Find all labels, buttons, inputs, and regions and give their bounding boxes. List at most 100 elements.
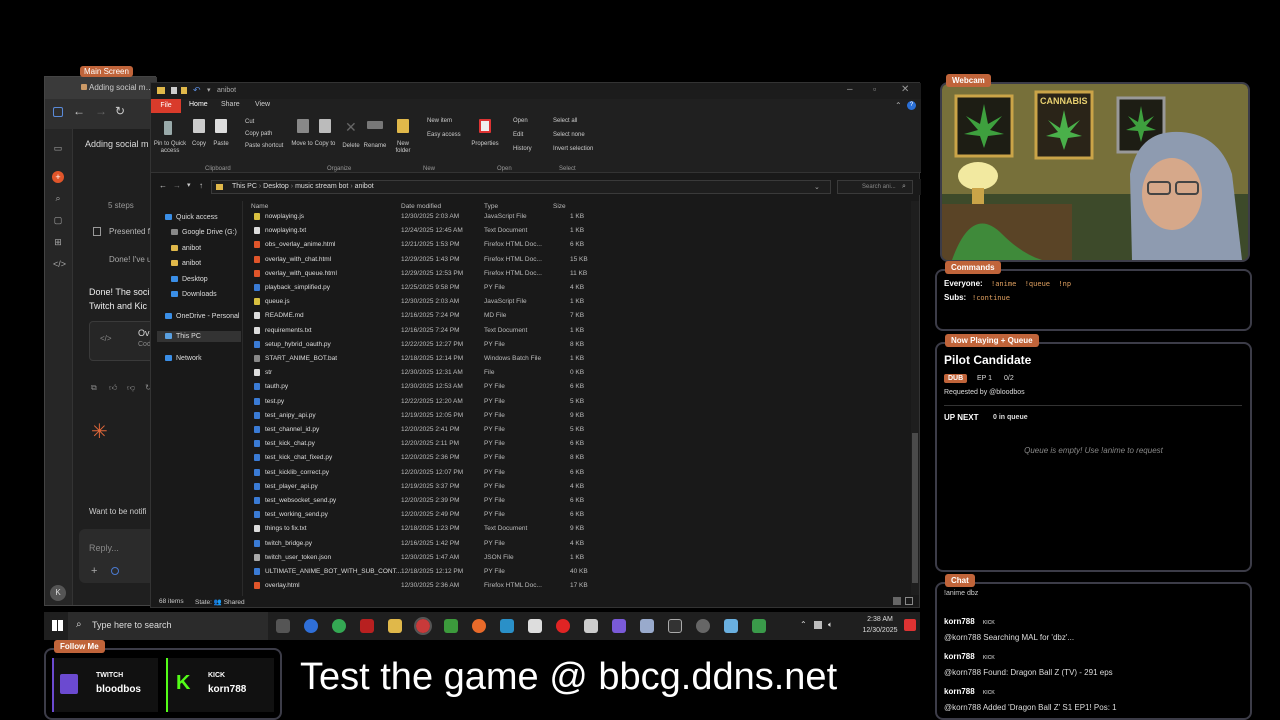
breadcrumb-desktop[interactable]: Desktop: [263, 183, 289, 190]
file-row[interactable]: test_kick_chat_fixed.py 12/20/2025 2:36 P…: [247, 451, 697, 465]
artifact-card[interactable]: </> Ove Cod: [89, 321, 159, 361]
tray-overflow-icon[interactable]: ⌃: [800, 620, 807, 629]
column-name[interactable]: Name: [251, 203, 268, 210]
maximize-button[interactable]: ▫: [873, 84, 876, 94]
breadcrumb-anibot[interactable]: anibot: [355, 183, 374, 190]
file-row[interactable]: test_anipy_api.py 12/19/2025 12:05 PM PY F…: [247, 409, 697, 423]
browser-tab[interactable]: Adding social media links with: [45, 77, 157, 99]
youtube-icon[interactable]: [556, 619, 570, 633]
windows-start-icon[interactable]: [52, 620, 63, 631]
volume-icon[interactable]: 🔈︎: [828, 620, 833, 630]
column-size[interactable]: Size: [553, 203, 566, 210]
add-icon[interactable]: +: [91, 565, 97, 577]
network-icon[interactable]: [814, 621, 822, 629]
column-date-modified[interactable]: Date modified: [401, 203, 441, 210]
nav-this-pc[interactable]: This PC: [157, 331, 241, 342]
paste-button[interactable]: Paste: [211, 141, 231, 148]
breadcrumb-this-pc[interactable]: This PC: [232, 183, 257, 190]
cut-button[interactable]: Cut: [245, 119, 254, 126]
vscode-icon[interactable]: [500, 619, 514, 633]
new-folder-qa-icon[interactable]: [181, 87, 187, 94]
up-icon[interactable]: ↑: [199, 181, 203, 190]
thumbs-down-icon[interactable]: 👎︎: [127, 383, 135, 393]
back-icon[interactable]: ←: [73, 104, 85, 118]
nav-quick-access[interactable]: Quick access: [165, 214, 218, 221]
notepad-icon[interactable]: [528, 619, 542, 633]
large-icons-view-icon[interactable]: [905, 597, 913, 605]
app-icon[interactable]: [444, 619, 458, 633]
file-row[interactable]: nowplaying.js 12/30/2025 2:03 AM JavaScrip…: [247, 210, 697, 224]
file-row[interactable]: overlay.html 12/30/2025 2:36 AM Firefox HT…: [247, 579, 697, 593]
panel-icon[interactable]: ▭: [53, 143, 63, 153]
copy-icon[interactable]: ⧉: [91, 383, 97, 393]
select-all-button[interactable]: Select all: [553, 118, 577, 125]
app-icon[interactable]: [640, 619, 654, 633]
undo-icon[interactable]: ↶: [193, 85, 201, 96]
tab-home[interactable]: Home: [189, 101, 208, 108]
details-view-icon[interactable]: [893, 597, 901, 605]
reload-icon[interactable]: ↻: [115, 104, 125, 118]
rename-button[interactable]: Rename: [361, 143, 389, 150]
pin-button[interactable]: Pin to Quick access: [153, 141, 187, 155]
new-folder-button[interactable]: New folder: [389, 141, 417, 155]
tab-file[interactable]: File: [151, 99, 181, 113]
nav-network[interactable]: Network: [165, 355, 202, 362]
new-chat-icon[interactable]: +: [52, 171, 64, 183]
obs-icon[interactable]: [414, 617, 432, 635]
tools-icon[interactable]: [111, 567, 119, 575]
file-row[interactable]: twitch_user_token.json 12/30/2025 1:47 AM…: [247, 551, 697, 565]
file-row[interactable]: requirements.txt 12/16/2025 7:24 PM Text D…: [247, 324, 697, 338]
search-box[interactable]: Search ani... ⌕: [837, 180, 913, 194]
file-row[interactable]: things to fix.txt 12/18/2025 1:23 PM Text …: [247, 522, 697, 536]
nav-google-drive[interactable]: Google Drive (G:): [171, 229, 237, 236]
delete-button[interactable]: Delete: [339, 143, 363, 150]
reply-input[interactable]: Reply...: [89, 543, 119, 553]
file-row[interactable]: test_channel_id.py 12/20/2025 2:41 PM PY F…: [247, 423, 697, 437]
qa-dropdown-icon[interactable]: ▾: [207, 86, 211, 94]
new-item-button[interactable]: New item: [427, 118, 452, 125]
code-icon[interactable]: </>: [53, 259, 66, 269]
file-row[interactable]: test_kicklib_correct.py 12/20/2025 12:07 …: [247, 466, 697, 480]
back-icon[interactable]: ←: [159, 181, 167, 190]
store-app-icon[interactable]: [360, 619, 374, 633]
nav-onedrive[interactable]: OneDrive - Personal: [165, 313, 239, 320]
nav-anibot-2[interactable]: anibot: [171, 260, 201, 267]
clock-time[interactable]: 2:38 AM: [860, 616, 900, 623]
tab-view[interactable]: View: [255, 101, 270, 108]
file-row[interactable]: playback_simplified.py 12/25/2025 9:58 PM…: [247, 281, 697, 295]
file-row[interactable]: setup_hybrid_oauth.py 12/22/2025 12:27 PM…: [247, 338, 697, 352]
move-to-button[interactable]: Move to: [289, 141, 315, 148]
app-icon[interactable]: [724, 619, 738, 633]
file-explorer-icon[interactable]: [388, 619, 402, 633]
kick-card[interactable]: K KICK korn788: [166, 658, 274, 712]
copy-button[interactable]: Copy: [189, 141, 209, 148]
terminal-icon[interactable]: [668, 619, 682, 633]
recent-dropdown-icon[interactable]: ▾: [187, 181, 191, 189]
file-row[interactable]: test_player_api.py 12/19/2025 3:37 PM PY F…: [247, 480, 697, 494]
steps-label[interactable]: 5 steps: [108, 201, 134, 210]
tab-share[interactable]: Share: [221, 101, 240, 108]
paste-shortcut-button[interactable]: Paste shortcut: [245, 143, 283, 150]
reply-box[interactable]: Reply... +: [79, 529, 159, 583]
forward-icon[interactable]: →: [95, 104, 107, 118]
task-view-icon[interactable]: [276, 619, 290, 633]
nav-downloads[interactable]: Downloads: [171, 291, 217, 298]
clock-date[interactable]: 12/30/2025: [860, 627, 900, 634]
firefox-icon[interactable]: [472, 619, 486, 633]
address-dropdown-icon[interactable]: ⌄: [814, 183, 820, 191]
edit-button[interactable]: Edit: [513, 132, 523, 139]
document-icon[interactable]: [584, 619, 598, 633]
file-row[interactable]: str 12/30/2025 12:31 AM File 0 KB: [247, 366, 697, 380]
help-icon[interactable]: ?: [907, 101, 916, 110]
twitch-card[interactable]: TWITCH bloodbos: [52, 658, 158, 712]
notification-icon[interactable]: [904, 619, 916, 631]
properties-button[interactable]: Properties: [469, 141, 501, 148]
address-bar[interactable]: This PC › Desktop › music stream bot › a…: [211, 180, 831, 194]
file-row[interactable]: ULTIMATE_ANIME_BOT_WITH_SUB_CONT... 12/18…: [247, 565, 697, 579]
file-row[interactable]: README.md 12/16/2025 7:24 PM MD File 7 KB: [247, 309, 697, 323]
close-button[interactable]: ✕: [901, 84, 909, 95]
file-row[interactable]: twitch_bridge.py 12/16/2025 1:42 PM PY Fil…: [247, 537, 697, 551]
copy-to-button[interactable]: Copy to: [313, 141, 337, 148]
thumbs-up-icon[interactable]: 👍︎: [109, 383, 117, 393]
user-avatar[interactable]: K: [50, 585, 66, 601]
